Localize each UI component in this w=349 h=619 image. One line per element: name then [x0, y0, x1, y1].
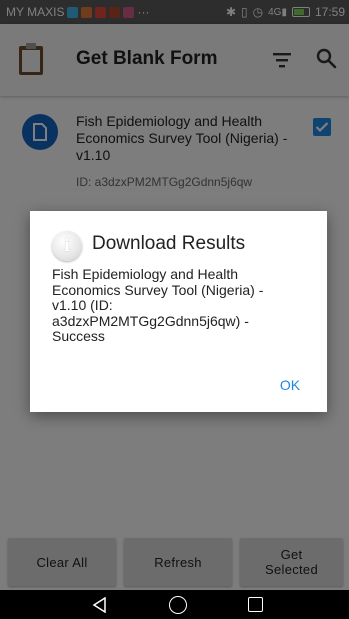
navigation-bar	[0, 590, 349, 619]
download-results-dialog: i Download Results Fish Epidemiology and…	[30, 211, 327, 412]
back-icon[interactable]	[92, 597, 108, 613]
recent-apps-icon[interactable]	[248, 597, 263, 612]
info-icon: i	[52, 231, 82, 261]
screen: MY MAXIS ··· ✱ ▯ ◷ 4G▮ 17:59 G	[0, 0, 349, 619]
dialog-title: Download Results	[92, 233, 246, 254]
home-icon[interactable]	[169, 596, 187, 614]
ok-button[interactable]: OK	[270, 371, 310, 399]
dialog-message: Fish Epidemiology and Health Economics S…	[52, 266, 264, 344]
